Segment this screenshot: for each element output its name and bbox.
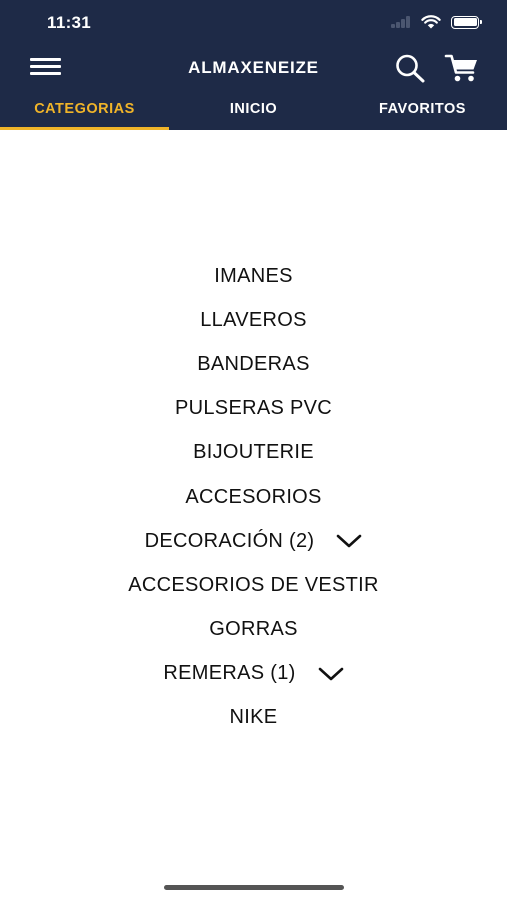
category-item-gorras[interactable]: GORRAS [0, 608, 507, 652]
app-bar: ALMAXENEIZE [0, 44, 507, 90]
category-label: GORRAS [209, 618, 298, 641]
category-item-decoracion[interactable]: DECORACIÓN (2) [0, 519, 507, 563]
category-item-llaveros[interactable]: LLAVEROS [0, 298, 507, 342]
tab-categorias[interactable]: CATEGORIAS [0, 90, 169, 130]
app-title: ALMAXENEIZE [188, 58, 319, 77]
search-icon[interactable] [393, 53, 427, 83]
chevron-down-icon[interactable] [336, 533, 362, 549]
status-bar: 11:31 [0, 0, 507, 44]
status-time: 11:31 [47, 13, 92, 32]
category-label: DECORACIÓN (2) [144, 529, 315, 552]
category-item-bijouterie[interactable]: BIJOUTERIE [0, 431, 507, 475]
category-item-accesorios-de-vestir[interactable]: ACCESORIOS DE VESTIR [0, 563, 507, 607]
tab-bar: CATEGORIAS INICIO FAVORITOS [0, 90, 507, 130]
category-item-nike[interactable]: NIKE [0, 696, 507, 740]
category-label: REMERAS (1) [163, 662, 296, 685]
shopping-cart-icon[interactable] [444, 53, 480, 83]
cellular-signal-icon [391, 16, 411, 28]
tab-favoritos[interactable]: FAVORITOS [338, 90, 507, 130]
category-list: IMANES LLAVEROS BANDERAS PULSERAS PVC BI… [0, 254, 507, 740]
category-label: BANDERAS [197, 352, 310, 375]
category-label: IMANES [214, 264, 293, 287]
wifi-icon [421, 15, 441, 29]
category-label: PULSERAS PVC [175, 397, 332, 420]
category-label: LLAVEROS [200, 308, 307, 331]
status-icons [391, 15, 482, 29]
tab-inicio[interactable]: INICIO [169, 90, 338, 130]
category-item-banderas[interactable]: BANDERAS [0, 342, 507, 386]
home-indicator[interactable] [164, 885, 344, 890]
category-label: NIKE [229, 706, 278, 729]
hamburger-menu-icon[interactable] [30, 56, 62, 78]
category-item-accesorios[interactable]: ACCESORIOS [0, 475, 507, 519]
category-item-pulseras-pvc[interactable]: PULSERAS PVC [0, 387, 507, 431]
category-item-imanes[interactable]: IMANES [0, 254, 507, 298]
category-label: ACCESORIOS [185, 485, 322, 508]
category-label: ACCESORIOS DE VESTIR [128, 573, 379, 596]
app-header: 11:31 ALMAXENEIZE CATEGORIAS INICIO FAVO… [0, 0, 507, 130]
chevron-down-icon[interactable] [318, 666, 344, 682]
battery-icon [451, 15, 482, 29]
category-item-remeras[interactable]: REMERAS (1) [0, 652, 507, 696]
category-label: BIJOUTERIE [193, 441, 314, 464]
